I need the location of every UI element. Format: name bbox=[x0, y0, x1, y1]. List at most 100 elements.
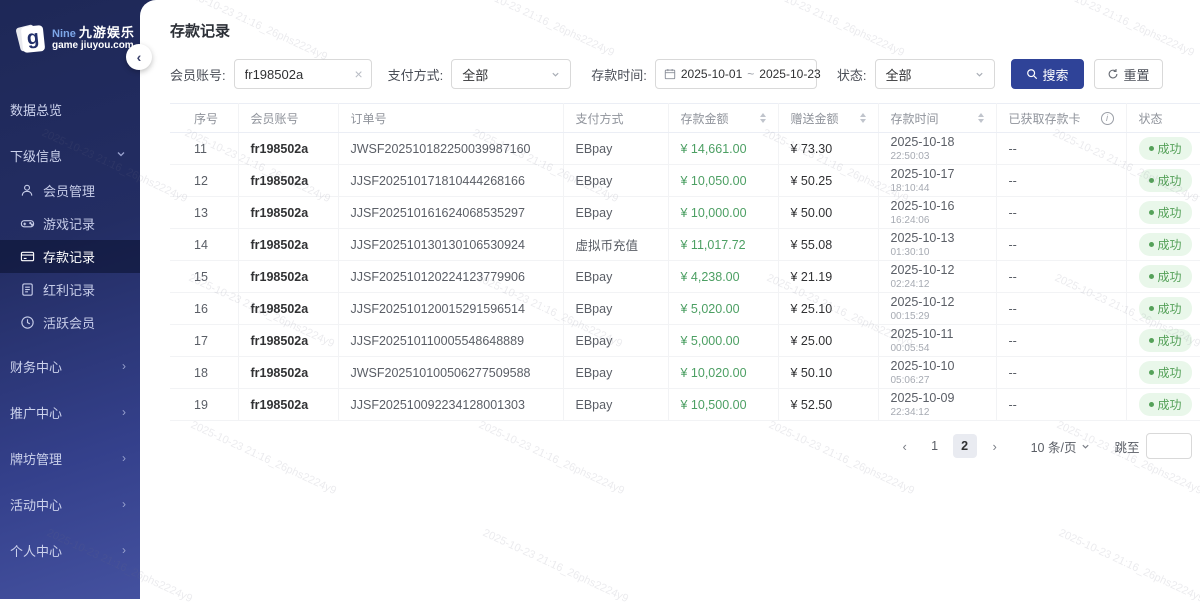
sort-icon[interactable] bbox=[860, 113, 866, 123]
col-header-time[interactable]: 存款时间 bbox=[878, 104, 996, 133]
table-row: 16 fr198502a JJSF202510120015291596514 E… bbox=[170, 293, 1200, 325]
chevron-right-icon: › bbox=[122, 497, 126, 511]
sidebar-item-finance-center[interactable]: 财务中心 › bbox=[0, 347, 140, 385]
prev-page-button[interactable]: ‹ bbox=[893, 434, 917, 458]
next-page-button[interactable]: › bbox=[983, 434, 1007, 458]
table-row: 17 fr198502a JJSF202510110005548648889 E… bbox=[170, 325, 1200, 357]
sidebar-item-promotion-center[interactable]: 推广中心 › bbox=[0, 393, 140, 431]
status-select[interactable]: 全部 bbox=[875, 59, 995, 89]
page-size-select[interactable]: 10 条/页 bbox=[1031, 437, 1091, 456]
search-button[interactable]: 搜索 bbox=[1011, 59, 1084, 89]
date-range-picker[interactable]: 2025-10-01 ~ 2025-10-23 bbox=[655, 59, 817, 89]
brand-cn-title: 九游娱乐 bbox=[79, 25, 135, 40]
sidebar-item-active-members[interactable]: 活跃会员 bbox=[0, 306, 140, 339]
chevron-right-icon: › bbox=[122, 359, 126, 373]
jump-label: 跳至 bbox=[1114, 437, 1139, 456]
page-button-2[interactable]: 2 bbox=[953, 434, 977, 458]
status-badge: 成功 bbox=[1139, 361, 1192, 384]
col-header-account: 会员账号 bbox=[238, 104, 338, 133]
page-title: 存款记录 bbox=[170, 20, 1200, 41]
col-header-status: 状态 bbox=[1126, 104, 1200, 133]
refresh-icon bbox=[1107, 68, 1119, 80]
filter-bar: 会员账号: × 支付方式: 全部 存款时间: 2025-10-01 ~ 2025… bbox=[170, 59, 1200, 89]
status-label: 状态: bbox=[837, 65, 867, 84]
user-icon bbox=[20, 183, 35, 198]
status-badge: 成功 bbox=[1139, 297, 1192, 320]
order-number: JJSF202510110005548648889 bbox=[338, 325, 563, 357]
chevron-down-icon bbox=[975, 70, 984, 79]
deposit-records-table: 序号 会员账号 订单号 支付方式 存款金额 赠送金额 存款时间 已获取存款卡i … bbox=[170, 103, 1200, 421]
sidebar-item-personal-center[interactable]: 个人中心 › bbox=[0, 531, 140, 569]
sidebar-item-data-overview[interactable]: 数据总览 bbox=[0, 90, 140, 128]
status-badge: 成功 bbox=[1139, 233, 1192, 256]
col-header-bonus[interactable]: 赠送金额 bbox=[778, 104, 878, 133]
sidebar: g Nine 九游娱乐 game jiuyou.com 数据总览 下级信息 会员… bbox=[0, 0, 140, 599]
col-header-order: 订单号 bbox=[338, 104, 563, 133]
gamepad-icon bbox=[20, 216, 35, 231]
main-content: 存款记录 会员账号: × 支付方式: 全部 存款时间: 2025-10-01 ~… bbox=[140, 0, 1200, 599]
clear-icon[interactable]: × bbox=[354, 66, 362, 82]
payment-method-select[interactable]: 全部 bbox=[451, 59, 571, 89]
sidebar-item-member-management[interactable]: 会员管理 bbox=[0, 174, 140, 207]
chevron-right-icon: › bbox=[122, 405, 126, 419]
order-number: JWSF202510100506277509588 bbox=[338, 357, 563, 389]
chevron-down-icon bbox=[116, 148, 126, 162]
status-badge: 成功 bbox=[1139, 265, 1192, 288]
sidebar-item-paifang-management[interactable]: 牌坊管理 › bbox=[0, 439, 140, 477]
brand-nine: Nine bbox=[52, 28, 76, 40]
info-icon[interactable]: i bbox=[1101, 112, 1114, 125]
sidebar-item-subordinate-info[interactable]: 下级信息 bbox=[0, 136, 140, 174]
document-icon bbox=[20, 282, 35, 297]
chevron-down-icon bbox=[1081, 442, 1090, 451]
date-end: 2025-10-23 bbox=[759, 67, 820, 81]
status-badge: 成功 bbox=[1139, 393, 1192, 416]
order-number: JJSF202510130130106530924 bbox=[338, 229, 563, 261]
brand-logo: g Nine 九游娱乐 game jiuyou.com bbox=[0, 0, 140, 54]
brand-logo-icon: g bbox=[16, 24, 46, 54]
status-badge: 成功 bbox=[1139, 329, 1192, 352]
order-number: JJSF202510120224123779906 bbox=[338, 261, 563, 293]
clock-icon bbox=[20, 315, 35, 330]
col-header-card: 已获取存款卡i bbox=[996, 104, 1126, 133]
status-badge: 成功 bbox=[1139, 169, 1192, 192]
sidebar-menu: 数据总览 下级信息 会员管理 游戏记录 bbox=[0, 90, 140, 569]
page-jump: 跳至 页 bbox=[1114, 433, 1200, 459]
table-row: 13 fr198502a JJSF202510161624068535297 E… bbox=[170, 197, 1200, 229]
order-number: JJSF202510120015291596514 bbox=[338, 293, 563, 325]
sidebar-item-deposit-records[interactable]: 存款记录 bbox=[0, 240, 140, 273]
chevron-down-icon bbox=[551, 70, 560, 79]
table-row: 18 fr198502a JWSF202510100506277509588 E… bbox=[170, 357, 1200, 389]
calendar-icon bbox=[664, 68, 676, 80]
chevron-right-icon: › bbox=[122, 451, 126, 465]
brand-game: game bbox=[52, 40, 78, 51]
pagination: ‹ 1 2 › 10 条/页 跳至 页 bbox=[170, 433, 1200, 459]
status-badge: 成功 bbox=[1139, 201, 1192, 224]
sidebar-item-bonus-records[interactable]: 红利记录 bbox=[0, 273, 140, 306]
sidebar-item-game-records[interactable]: 游戏记录 bbox=[0, 207, 140, 240]
sidebar-item-activity-center[interactable]: 活动中心 › bbox=[0, 485, 140, 523]
table-row: 19 fr198502a JJSF202510092234128001303 E… bbox=[170, 389, 1200, 421]
deposit-time-label: 存款时间: bbox=[591, 65, 647, 84]
page-button-1[interactable]: 1 bbox=[923, 434, 947, 458]
account-input[interactable] bbox=[245, 67, 345, 82]
payment-method-label: 支付方式: bbox=[388, 65, 444, 84]
sort-icon[interactable] bbox=[978, 113, 984, 123]
bank-card-icon bbox=[20, 249, 35, 264]
sort-icon[interactable] bbox=[760, 113, 766, 123]
reset-button[interactable]: 重置 bbox=[1094, 59, 1163, 89]
table-row: 15 fr198502a JJSF202510120224123779906 E… bbox=[170, 261, 1200, 293]
jump-page-input[interactable] bbox=[1146, 433, 1192, 459]
status-badge: 成功 bbox=[1139, 137, 1192, 160]
date-separator: ~ bbox=[747, 67, 754, 81]
col-header-amount[interactable]: 存款金额 bbox=[668, 104, 778, 133]
order-number: JJSF202510161624068535297 bbox=[338, 197, 563, 229]
sidebar-submenu: 会员管理 游戏记录 存款记录 红利记录 bbox=[0, 174, 140, 339]
sidebar-collapse-button[interactable]: ‹ bbox=[126, 44, 152, 70]
col-header-method: 支付方式 bbox=[563, 104, 668, 133]
date-start: 2025-10-01 bbox=[681, 67, 742, 81]
account-input-box: × bbox=[234, 59, 372, 89]
col-header-index: 序号 bbox=[170, 104, 238, 133]
search-icon bbox=[1026, 68, 1038, 80]
table-row: 11 fr198502a JWSF202510182250039987160 E… bbox=[170, 133, 1200, 165]
account-label: 会员账号: bbox=[170, 65, 226, 84]
